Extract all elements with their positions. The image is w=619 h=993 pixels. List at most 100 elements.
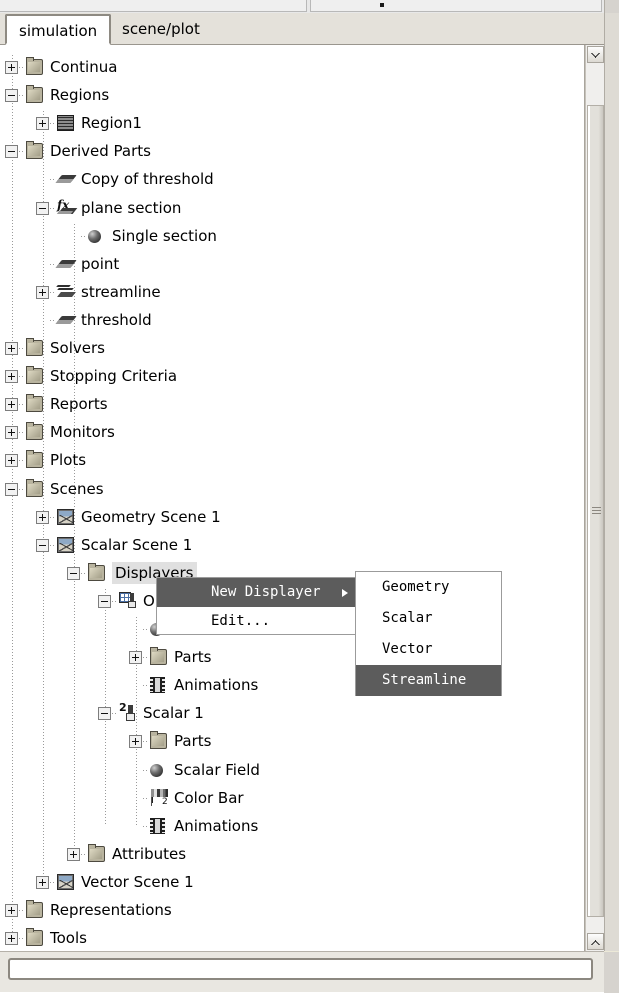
collapse-icon[interactable] (5, 89, 18, 103)
tree-row-label: Tools (50, 929, 87, 948)
folder-icon (26, 478, 43, 497)
folder-icon (26, 366, 43, 385)
expand-icon[interactable] (36, 875, 49, 889)
top-strip-segment-right (310, 0, 602, 12)
expand-icon[interactable] (5, 342, 18, 355)
tab-simulation[interactable]: simulation (5, 14, 112, 45)
collapse-icon[interactable] (36, 538, 49, 552)
tree-panel[interactable]: Continua Regions Region1 Derived Parts Copy … (0, 45, 585, 951)
tree-row[interactable]: 2 Scalar 1 (0, 699, 584, 727)
tree-row[interactable]: fx plane section (0, 194, 584, 222)
submenu-item-geometry[interactable]: Geometry (356, 572, 501, 603)
submenu-item-streamline[interactable]: Streamline (356, 665, 501, 696)
tree-row-label: Parts (174, 732, 212, 751)
menu-item-new-displayer[interactable]: New Displayer (157, 578, 356, 607)
tree-row[interactable]: threshold (0, 306, 584, 334)
tree-connector (143, 685, 149, 687)
tree-row[interactable]: Solvers (0, 334, 584, 362)
tree-row[interactable]: Scenes (0, 475, 584, 503)
tree-row[interactable]: Region1 (0, 109, 584, 137)
tree-row[interactable]: Scalar Field (0, 756, 584, 784)
expand-icon[interactable] (129, 735, 142, 749)
expand-icon[interactable] (5, 932, 18, 946)
scroll-up-button[interactable] (587, 46, 604, 63)
expand-icon[interactable] (67, 847, 80, 861)
top-strip-segment-left (0, 0, 307, 12)
tree-row[interactable]: Single section (0, 222, 584, 250)
tree-row[interactable]: Regions (0, 81, 584, 109)
expand-icon[interactable] (36, 285, 49, 299)
expand-icon[interactable] (5, 904, 18, 917)
tree-row-label: Regions (50, 86, 110, 105)
tree-row[interactable]: Animations (0, 812, 584, 840)
expand-icon[interactable] (129, 651, 142, 665)
context-submenu[interactable]: Geometry Scalar Vector Streamline (355, 571, 502, 696)
tree-row[interactable]: Tools (0, 924, 584, 951)
tree-row[interactable]: Attributes (0, 840, 584, 868)
expand-icon[interactable] (5, 454, 18, 468)
tree-row-label: Plots (50, 451, 87, 470)
tree-row[interactable]: Geometry Scene 1 (0, 503, 584, 531)
expand-icon[interactable] (5, 426, 18, 440)
tab-scene-plot[interactable]: scene/plot (110, 14, 212, 45)
submenu-arrow-icon (342, 589, 348, 597)
sphere-icon (88, 229, 101, 243)
folder-icon (26, 57, 43, 75)
tree-row[interactable]: Reports (0, 390, 584, 418)
expand-icon[interactable] (36, 510, 49, 524)
scrollbar-thumb[interactable] (587, 105, 604, 917)
submenu-item-scalar[interactable]: Scalar (356, 603, 501, 634)
collapse-icon[interactable] (5, 482, 18, 496)
tree-row[interactable]: point (0, 250, 584, 278)
tree-row[interactable]: Parts (0, 727, 584, 755)
scroll-down-button[interactable] (587, 933, 604, 950)
collapse-icon[interactable] (67, 566, 80, 580)
tree-row[interactable]: streamline (0, 278, 584, 306)
tree-connector (143, 657, 149, 659)
tree-row-label: Reports (50, 395, 108, 414)
tree-connector (112, 713, 118, 715)
expand-icon[interactable] (5, 370, 18, 384)
tree-row[interactable]: Copy of threshold (0, 165, 584, 193)
expand-icon[interactable] (36, 117, 49, 131)
tree-row[interactable]: | 2 Color Bar (0, 784, 584, 812)
tree-connector (81, 853, 87, 855)
menu-item-edit[interactable]: Edit... (157, 607, 356, 636)
tree-connector (81, 572, 87, 574)
bottom-text-field[interactable] (8, 958, 593, 980)
collapse-icon[interactable] (98, 707, 111, 721)
expand-icon[interactable] (5, 398, 18, 412)
tree-row-label: Animations (174, 676, 259, 695)
plane-icon (57, 258, 76, 270)
tree-row[interactable]: Derived Parts (0, 137, 584, 165)
region-icon (57, 115, 74, 132)
tree-row[interactable]: Vector Scene 1 (0, 868, 584, 896)
context-menu[interactable]: New Displayer Edit... (156, 577, 357, 635)
scene-icon (57, 873, 74, 890)
tree-row[interactable]: Continua (0, 53, 584, 81)
tree-connector (50, 291, 56, 293)
scrollbar-grip-icon (592, 507, 601, 515)
vertical-scrollbar[interactable] (585, 45, 604, 951)
tree-row-label: Representations (50, 901, 172, 919)
collapse-icon[interactable] (5, 145, 18, 159)
tree-row[interactable]: Monitors (0, 418, 584, 446)
collapse-icon[interactable] (98, 594, 111, 608)
tree-connector (143, 769, 149, 771)
expand-icon[interactable] (5, 61, 18, 74)
folder-icon (26, 422, 43, 441)
collapse-icon[interactable] (36, 201, 49, 215)
tree-row-label: threshold (81, 310, 152, 329)
bottom-bar-right-cap (604, 952, 619, 993)
tree-row[interactable]: Representations (0, 896, 584, 924)
scalar-displayer-icon: 2 (119, 701, 139, 722)
tree-row-label: point (81, 254, 120, 273)
submenu-item-vector[interactable]: Vector (356, 634, 501, 665)
tree-row[interactable]: Stopping Criteria (0, 362, 584, 390)
tree-row[interactable]: Scalar Scene 1 (0, 531, 584, 559)
tree-connector (19, 910, 25, 911)
film-icon (150, 677, 165, 694)
chevron-up-icon (591, 53, 600, 58)
tree-row[interactable]: Plots (0, 446, 584, 474)
tree-connector (19, 404, 25, 406)
